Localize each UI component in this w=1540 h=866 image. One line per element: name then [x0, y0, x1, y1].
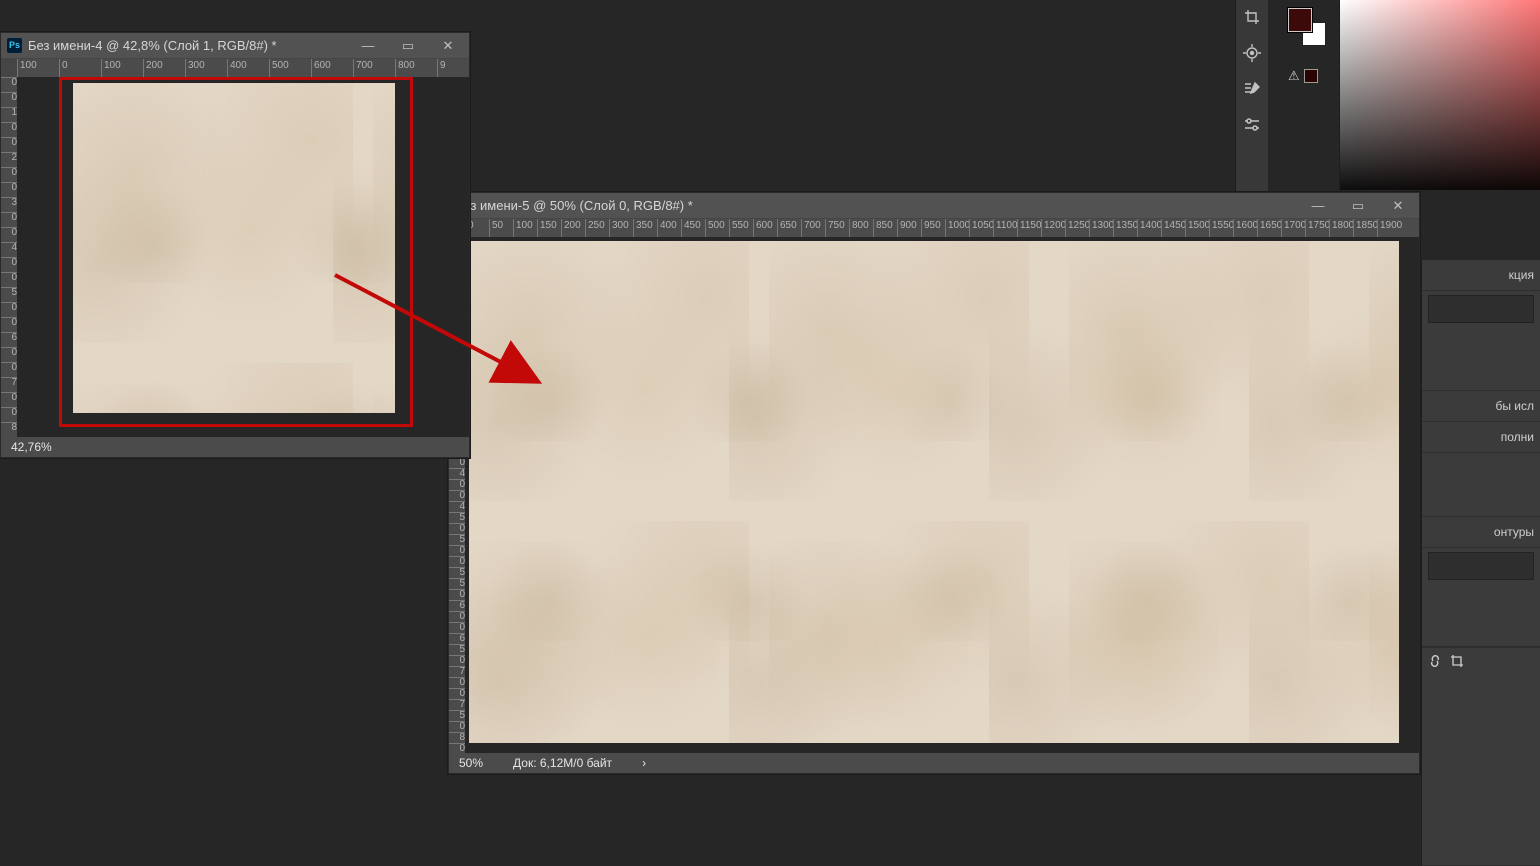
ruler-vertical[interactable]: 001002003004005006007008	[1, 77, 17, 437]
minimize-button[interactable]: —	[1303, 197, 1333, 215]
panel-tab-fragment[interactable]: полни	[1422, 422, 1540, 453]
close-button[interactable]: ✕	[433, 37, 463, 55]
texture-image[interactable]	[469, 241, 1399, 743]
list-brush-icon[interactable]	[1241, 78, 1263, 100]
gamut-warning-swatch[interactable]	[1304, 69, 1318, 83]
crop-icon[interactable]	[1241, 6, 1263, 28]
collapsed-panel-strip[interactable]	[1235, 0, 1268, 196]
canvas[interactable]	[17, 77, 469, 437]
status-bar: 42,76%	[1, 437, 469, 457]
crop-icon[interactable]	[1450, 654, 1464, 671]
status-bar: 50% Док: 6,12M/0 байт ›	[449, 753, 1419, 773]
cursor-target-icon[interactable]	[1241, 42, 1263, 64]
document-window-2[interactable]: Без имени-5 @ 50% (Слой 0, RGB/8#) * — ▭…	[448, 192, 1420, 774]
sliders-icon[interactable]	[1241, 114, 1263, 136]
maximize-button[interactable]: ▭	[1343, 197, 1373, 215]
window-title: Без имени-5 @ 50% (Слой 0, RGB/8#) *	[455, 193, 1303, 218]
foreground-color-swatch[interactable]	[1288, 8, 1312, 32]
minimize-button[interactable]: —	[353, 37, 383, 55]
panel-tab-fragment[interactable]: онтуры	[1422, 517, 1540, 548]
panel-tab-fragment[interactable]: кция	[1422, 260, 1540, 291]
document-window-1[interactable]: Ps Без имени-4 @ 42,8% (Слой 1, RGB/8#) …	[0, 32, 470, 458]
ruler-horizontal[interactable]: 0501001502002503003504004505005506006507…	[465, 219, 1419, 237]
panel-input-slot[interactable]	[1428, 295, 1534, 323]
window-title: Без имени-4 @ 42,8% (Слой 1, RGB/8#) *	[28, 33, 353, 58]
panel-tab-fragment[interactable]: бы исл	[1422, 391, 1540, 422]
zoom-level[interactable]: 42,76%	[11, 440, 52, 454]
color-swatch-panel: ⚠	[1288, 8, 1328, 98]
right-panel-edge: кция бы исл полни онтуры	[1421, 260, 1540, 866]
texture-image[interactable]	[73, 83, 395, 413]
photoshop-badge-icon: Ps	[7, 38, 22, 53]
gamut-warning-icon[interactable]: ⚠	[1288, 68, 1300, 84]
ruler-horizontal[interactable]: 10001002003004005006007008009	[17, 59, 469, 77]
zoom-level[interactable]: 50%	[459, 756, 483, 770]
panel-input-slot[interactable]	[1428, 552, 1534, 580]
fg-bg-swatch[interactable]	[1288, 8, 1324, 44]
link-icon[interactable]	[1428, 654, 1442, 671]
maximize-button[interactable]: ▭	[393, 37, 423, 55]
color-picker-gradient[interactable]	[1339, 0, 1540, 190]
doc-info: Док: 6,12M/0 байт	[513, 756, 612, 770]
canvas[interactable]	[465, 237, 1419, 753]
expand-chevron-icon[interactable]: ›	[642, 756, 646, 770]
close-button[interactable]: ✕	[1383, 197, 1413, 215]
